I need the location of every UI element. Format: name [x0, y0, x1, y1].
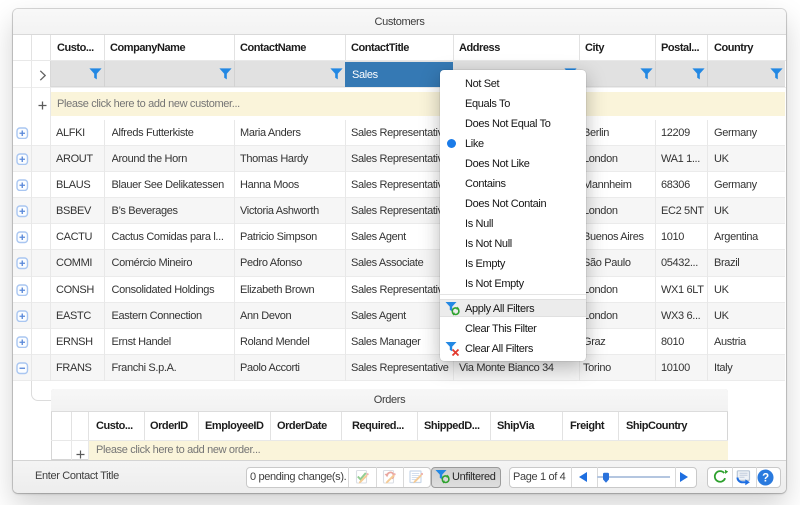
- svg-text:?: ?: [762, 472, 769, 484]
